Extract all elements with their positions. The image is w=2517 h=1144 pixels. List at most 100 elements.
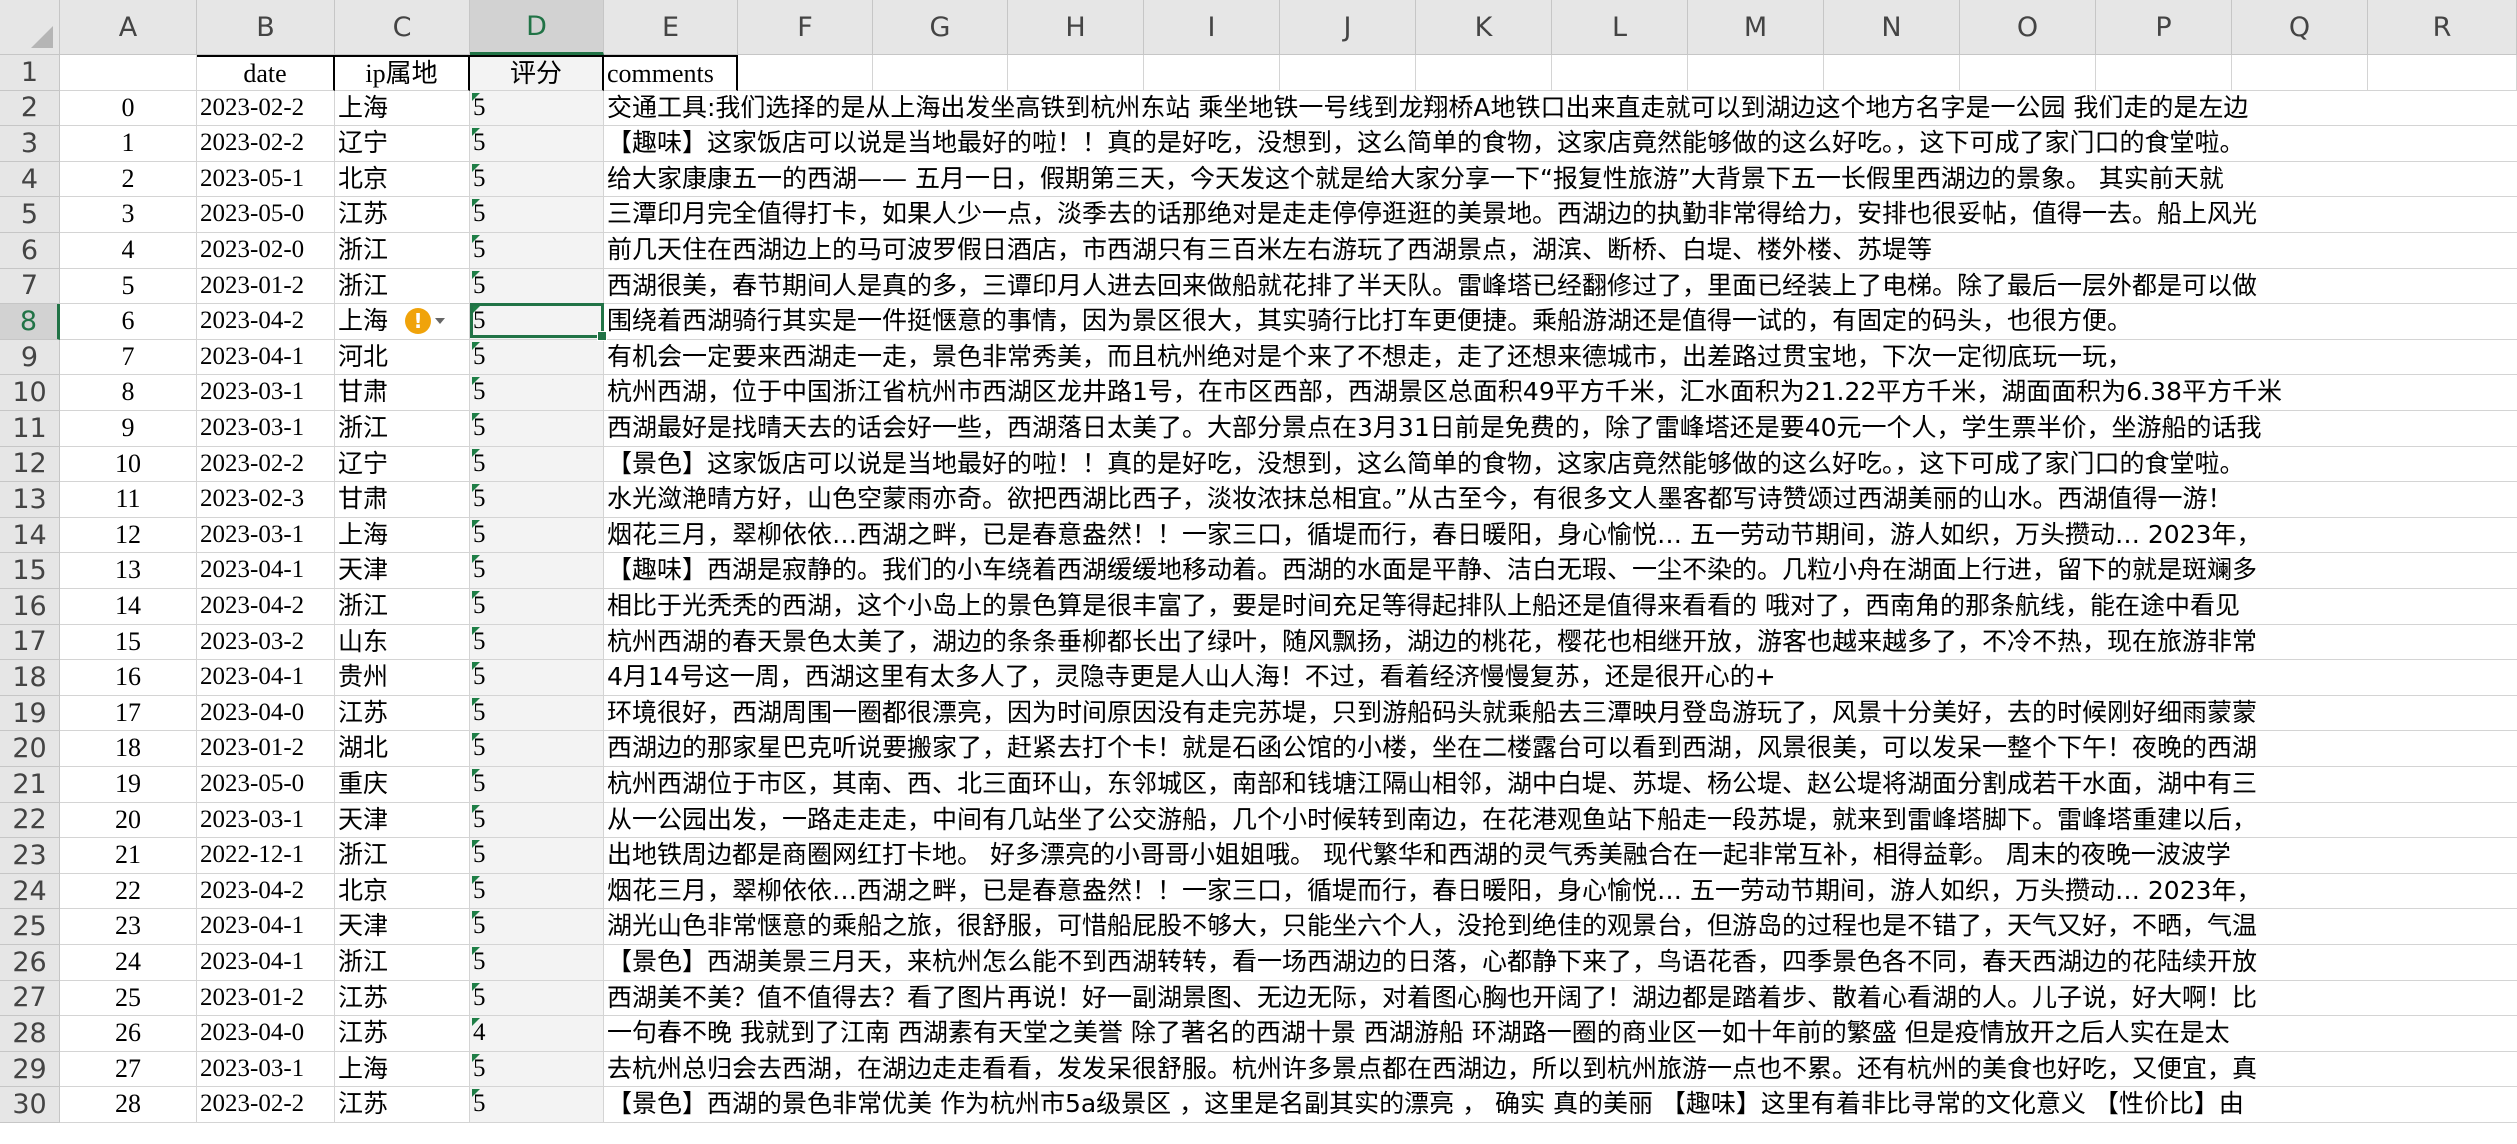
- index-cell[interactable]: 16: [60, 660, 197, 696]
- row-header-3[interactable]: 3: [0, 126, 60, 162]
- header-ip[interactable]: ip属地: [335, 55, 470, 91]
- date-cell[interactable]: 2023-05-0: [197, 197, 335, 233]
- score-cell[interactable]: 5: [470, 233, 604, 269]
- ip-cell[interactable]: 浙江: [335, 945, 470, 981]
- ip-cell[interactable]: 浙江: [335, 411, 470, 447]
- score-cell[interactable]: 5: [470, 767, 604, 803]
- ip-cell[interactable]: 辽宁: [335, 126, 470, 162]
- comment-cell[interactable]: 西湖最好是找晴天去的话会好一些，西湖落日太美了。大部分景点在3月31日前是免费的…: [604, 411, 2517, 447]
- date-cell[interactable]: 2023-01-2: [197, 980, 335, 1017]
- empty-cell[interactable]: [2096, 55, 2232, 91]
- date-cell[interactable]: 2023-04-1: [197, 660, 335, 696]
- score-cell[interactable]: 5: [470, 517, 604, 554]
- fill-handle[interactable]: [597, 331, 607, 342]
- comment-cell[interactable]: 三潭印月完全值得打卡，如果人少一点，淡季去的话那绝对是走走停停逛逛的美景地。西湖…: [604, 197, 2517, 233]
- score-cell[interactable]: 5: [470, 197, 604, 233]
- comment-cell[interactable]: 西湖美不美？值不值得去？看了图片再说！好一副湖景图、无边无际，对着图心胸也开阔了…: [604, 981, 2517, 1017]
- index-cell[interactable]: 17: [60, 695, 197, 732]
- date-cell[interactable]: 2023-01-2: [197, 731, 335, 767]
- column-header-o[interactable]: O: [1960, 0, 2096, 55]
- score-cell[interactable]: 4: [470, 1016, 604, 1052]
- ip-cell[interactable]: 江苏: [335, 1016, 470, 1052]
- ip-cell[interactable]: 江苏: [335, 197, 470, 233]
- row-header-29[interactable]: 29: [0, 1051, 60, 1088]
- empty-cell[interactable]: [2368, 55, 2517, 91]
- ip-cell[interactable]: 北京: [335, 161, 470, 198]
- ip-cell[interactable]: 甘肃: [335, 375, 470, 411]
- comment-cell[interactable]: 围绕着西湖骑行其实是一件挺惬意的事情，因为景区很大，其实骑行比打车更便捷。乘船游…: [604, 304, 2517, 340]
- comment-cell[interactable]: 给大家康康五一的西湖—— 五月一日，假期第三天，今天发这个就是给大家分享一下“报…: [604, 162, 2517, 198]
- score-cell[interactable]: 5: [470, 411, 604, 447]
- ip-cell[interactable]: 浙江: [335, 838, 470, 874]
- column-header-g[interactable]: G: [873, 0, 1008, 55]
- date-cell[interactable]: 2023-02-2: [197, 446, 335, 483]
- comment-cell[interactable]: 烟花三月，翠柳依依…西湖之畔，已是春意盎然！！一家三口，循堤而行，春日暖阳，身心…: [604, 874, 2517, 910]
- comment-cell[interactable]: 从一公园出发，一路走走走，中间有几站坐了公交游船，几个小时候转到南边，在花港观鱼…: [604, 803, 2517, 839]
- score-cell[interactable]: 5: [470, 589, 604, 625]
- index-cell[interactable]: 12: [60, 517, 197, 554]
- date-cell[interactable]: 2023-03-1: [197, 375, 335, 411]
- cell-a1[interactable]: [60, 55, 197, 91]
- comment-cell[interactable]: 杭州西湖，位于中国浙江省杭州市西湖区龙井路1号，在市区西部，西湖景区总面积49平…: [604, 375, 2517, 411]
- row-header-2[interactable]: 2: [0, 90, 60, 127]
- ip-cell[interactable]: 江苏: [335, 695, 470, 732]
- score-cell[interactable]: 5: [470, 802, 604, 839]
- row-header-23[interactable]: 23: [0, 838, 60, 874]
- empty-cell[interactable]: [2232, 55, 2368, 91]
- date-cell[interactable]: 2023-03-1: [197, 517, 335, 554]
- date-cell[interactable]: 2023-02-0: [197, 233, 335, 269]
- column-header-c[interactable]: C: [335, 0, 470, 55]
- row-header-5[interactable]: 5: [0, 197, 60, 233]
- index-cell[interactable]: 28: [60, 1087, 197, 1123]
- select-all-corner[interactable]: [0, 0, 60, 55]
- column-header-l[interactable]: L: [1552, 0, 1688, 55]
- row-header-15[interactable]: 15: [0, 553, 60, 589]
- score-cell[interactable]: 5: [470, 446, 604, 483]
- header-score[interactable]: 评分: [470, 55, 604, 91]
- ip-cell[interactable]: 上海: [335, 1051, 470, 1088]
- comment-cell[interactable]: 环境很好，西湖周围一圈都很漂亮，因为时间原因没有走完苏堤，只到游船码头就乘船去三…: [604, 696, 2517, 732]
- date-cell[interactable]: 2023-04-2: [197, 304, 335, 340]
- ip-cell[interactable]: 上海: [335, 304, 470, 340]
- score-cell[interactable]: 5: [470, 731, 604, 767]
- score-cell[interactable]: 5: [470, 161, 604, 198]
- column-header-e[interactable]: E: [604, 0, 738, 55]
- ip-cell[interactable]: 浙江: [335, 268, 470, 305]
- date-cell[interactable]: 2023-03-1: [197, 1051, 335, 1088]
- empty-cell[interactable]: [1280, 55, 1416, 91]
- empty-cell[interactable]: [1144, 55, 1280, 91]
- score-cell[interactable]: 5: [470, 838, 604, 874]
- empty-cell[interactable]: [1416, 55, 1552, 91]
- comment-cell[interactable]: 水光潋滟晴方好，山色空蒙雨亦奇。欲把西湖比西子，淡妆浓抹总相宜。”从古至今，有很…: [604, 482, 2517, 518]
- score-cell[interactable]: 5: [470, 90, 604, 127]
- index-cell[interactable]: 3: [60, 197, 197, 233]
- index-cell[interactable]: 26: [60, 1016, 197, 1052]
- index-cell[interactable]: 4: [60, 233, 197, 269]
- index-cell[interactable]: 20: [60, 802, 197, 839]
- index-cell[interactable]: 18: [60, 731, 197, 767]
- index-cell[interactable]: 5: [60, 268, 197, 305]
- comment-cell[interactable]: 去杭州总归会去西湖，在湖边走走看看，发发呆很舒服。杭州许多景点都在西湖边，所以到…: [604, 1052, 2517, 1088]
- column-header-f[interactable]: F: [738, 0, 873, 55]
- column-header-p[interactable]: P: [2096, 0, 2232, 55]
- comment-cell[interactable]: 【趣味】西湖是寂静的。我们的小车绕着西湖缓缓地移动着。西湖的水面是平静、洁白无瑕…: [604, 553, 2517, 589]
- row-header-25[interactable]: 25: [0, 909, 60, 945]
- comment-cell[interactable]: 相比于光秃秃的西湖，这个小岛上的景色算是很丰富了，要是时间充足等得起排队上船还是…: [604, 589, 2517, 625]
- comment-cell[interactable]: 一句春不晚 我就到了江南 西湖素有天堂之美誉 除了著名的西湖十景 西湖游船 环湖…: [604, 1016, 2517, 1052]
- index-cell[interactable]: 8: [60, 375, 197, 411]
- date-cell[interactable]: 2023-05-0: [197, 767, 335, 803]
- date-cell[interactable]: 2023-03-2: [197, 624, 335, 661]
- column-header-h[interactable]: H: [1008, 0, 1144, 55]
- index-cell[interactable]: 14: [60, 589, 197, 625]
- row-header-11[interactable]: 11: [0, 411, 60, 447]
- column-header-b[interactable]: B: [197, 0, 335, 55]
- date-cell[interactable]: 2023-03-1: [197, 802, 335, 839]
- date-cell[interactable]: 2023-02-2: [197, 90, 335, 127]
- index-cell[interactable]: 13: [60, 553, 197, 589]
- empty-cell[interactable]: [873, 55, 1008, 91]
- row-header-28[interactable]: 28: [0, 1016, 60, 1052]
- ip-cell[interactable]: 河北: [335, 339, 470, 376]
- row-header-19[interactable]: 19: [0, 695, 60, 732]
- row-header-4[interactable]: 4: [0, 161, 60, 198]
- ip-cell[interactable]: 天津: [335, 802, 470, 839]
